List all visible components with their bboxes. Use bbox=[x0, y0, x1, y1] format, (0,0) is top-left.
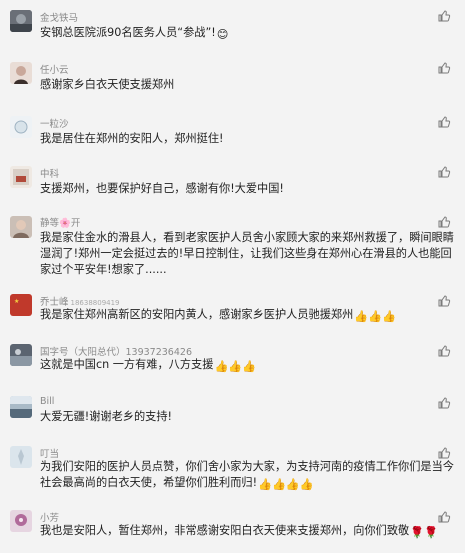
commenter-name: 中科 bbox=[40, 169, 60, 180]
comment-text: 我也是安阳人，暂住郑州，非常感谢安阳白衣天使来支援郑州，向你们致敬🌹🌹 bbox=[40, 523, 458, 541]
thumbs-up-icon[interactable] bbox=[437, 9, 451, 23]
comment-item: 国字号（大阳总代）13937236426 这就是中国cn 一方有难，八方支援👍👍… bbox=[0, 340, 465, 388]
thumbs-up-icon[interactable] bbox=[437, 344, 451, 358]
commenter-name: 小芳 bbox=[40, 513, 60, 524]
thumbs-up-icon[interactable] bbox=[437, 115, 451, 129]
comment-item: 一粒沙 我是居住在郑州的安阳人，郑州挺住! bbox=[0, 106, 465, 154]
comment-text-body: 安钢总医院派90名医务人员“参战”! bbox=[40, 26, 216, 39]
commenter-name: Bill bbox=[40, 396, 55, 407]
thumbs-up-emoji: 👍👍👍 bbox=[214, 360, 257, 373]
comment-text-body: 为我们安阳的医护人员点赞，你们舍小家为大家，为支持河南的疫情工作你们是当今社会最… bbox=[40, 460, 454, 490]
smile-emoji: 😊 bbox=[216, 28, 229, 41]
comment-text: 我是家住郑州高新区的安阳内黄人，感谢家乡医护人员驰援郑州👍👍👍 bbox=[40, 307, 458, 325]
comment-item: 静等🌸开 我是家住金水的滑县人，看到老家医护人员舍小家顾大家的来郑州救援了，瞬间… bbox=[0, 206, 465, 286]
comment-text: 这就是中国cn 一方有难，八方支援👍👍👍 bbox=[40, 357, 458, 375]
commenter-name: 乔士峰 18638809419 bbox=[40, 294, 120, 308]
commenter-name: 国字号（大阳总代）13937236426 bbox=[40, 347, 192, 358]
avatar[interactable] bbox=[10, 446, 32, 468]
thumbs-up-icon[interactable] bbox=[437, 215, 451, 229]
comment-item: 小芳 我也是安阳人，暂住郑州，非常感谢安阳白衣天使来支援郑州，向你们致敬🌹🌹 bbox=[0, 506, 465, 553]
comment-text: 大爱无疆!谢谢老乡的支持! bbox=[40, 410, 173, 423]
avatar[interactable] bbox=[10, 510, 32, 532]
comment-text: 安钢总医院派90名医务人员“参战”!😊 bbox=[40, 25, 458, 43]
comment-item: 任小云 感谢家乡白衣天使支援郑州 bbox=[0, 52, 465, 100]
thumbs-up-icon[interactable] bbox=[437, 510, 451, 524]
comment-text: 为我们安阳的医护人员点赞，你们舍小家为大家，为支持河南的疫情工作你们是当今社会最… bbox=[40, 459, 458, 493]
thumbs-up-icon[interactable] bbox=[437, 396, 451, 410]
thumbs-up-icon[interactable] bbox=[437, 61, 451, 75]
thumbs-up-icon[interactable] bbox=[437, 446, 451, 460]
avatar[interactable] bbox=[10, 216, 32, 238]
avatar[interactable] bbox=[10, 62, 32, 84]
comment-text-body: 我也是安阳人，暂住郑州，非常感谢安阳白衣天使来支援郑州，向你们致敬 bbox=[40, 524, 410, 537]
comment-item: ★ 乔士峰 18638809419 我是家住郑州高新区的安阳内黄人，感谢家乡医护人… bbox=[0, 290, 465, 338]
avatar[interactable] bbox=[10, 344, 32, 366]
thumbs-up-emoji: 👍👍👍👍 bbox=[258, 478, 314, 492]
commenter-name: 一粒沙 bbox=[40, 119, 69, 130]
rose-emoji: 🌹🌹 bbox=[410, 526, 439, 539]
commenter-name: 金戈铁马 bbox=[40, 13, 79, 24]
comment-item: Bill 大爱无疆!谢谢老乡的支持! bbox=[0, 392, 465, 440]
commenter-name: 任小云 bbox=[40, 65, 69, 76]
comment-list: 金戈铁马 安钢总医院派90名医务人员“参战”!😊 任小云 感谢家乡白衣天使支援郑… bbox=[0, 0, 465, 553]
commenter-name: 静等🌸开 bbox=[40, 218, 81, 229]
comment-text: 感谢家乡白衣天使支援郑州 bbox=[40, 78, 175, 91]
comment-text: 支援郑州，也要保护好自己，感谢有你!大爱中国! bbox=[40, 182, 284, 195]
avatar[interactable] bbox=[10, 166, 32, 188]
avatar[interactable] bbox=[10, 396, 32, 418]
thumbs-up-icon[interactable] bbox=[437, 165, 451, 179]
comment-text: 我是家住金水的滑县人，看到老家医护人员舍小家顾大家的来郑州救援了，瞬间眼睛湿润了… bbox=[40, 231, 454, 277]
avatar[interactable]: ★ bbox=[10, 294, 32, 316]
commenter-name: 叮当 bbox=[40, 449, 60, 460]
comment-item: 叮当 为我们安阳的医护人员点赞，你们舍小家为大家，为支持河南的疫情工作你们是当今… bbox=[0, 442, 465, 506]
thumbs-up-emoji: 👍👍👍 bbox=[354, 310, 397, 323]
comment-item: 金戈铁马 安钢总医院派90名医务人员“参战”!😊 bbox=[0, 0, 465, 48]
comment-text-body: 我是家住郑州高新区的安阳内黄人，感谢家乡医护人员驰援郑州 bbox=[40, 308, 354, 321]
comment-text-body: 这就是中国cn 一方有难，八方支援 bbox=[40, 358, 214, 371]
comment-text: 我是居住在郑州的安阳人，郑州挺住! bbox=[40, 132, 224, 145]
avatar[interactable] bbox=[10, 10, 32, 32]
comment-item: 中科 支援郑州，也要保护好自己，感谢有你!大爱中国! bbox=[0, 156, 465, 204]
commenter-name-sub: 18638809419 bbox=[70, 299, 120, 307]
avatar[interactable] bbox=[10, 116, 32, 138]
svg-text:★: ★ bbox=[14, 298, 19, 305]
thumbs-up-icon[interactable] bbox=[437, 294, 451, 308]
